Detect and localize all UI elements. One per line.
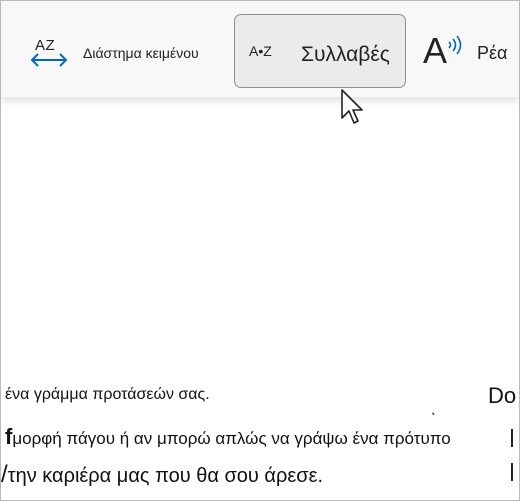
- mouse-pointer-icon: [341, 89, 363, 124]
- sound-waves-icon: [448, 35, 462, 55]
- document-line-1: ένα γράμμα προτάσεών σας.: [5, 386, 210, 403]
- read-aloud-button[interactable]: A Ρέα: [421, 31, 507, 75]
- double-arrow-icon: [30, 53, 68, 67]
- syllables-button[interactable]: A•Z Συλλαβές: [234, 14, 406, 88]
- document-line-3: /την καριέρα μας που θα σου άρεσε.: [1, 461, 323, 489]
- document-line-2-text: μορφή πάγου ή αν μπορώ απλώς να γράψω έν…: [12, 429, 451, 448]
- text-spacing-icon: AZ: [27, 33, 71, 73]
- syllables-label: Συλλαβές: [301, 43, 390, 66]
- document-line-3-text: την καριέρα μας που θα σου άρεσε.: [7, 465, 324, 487]
- text-spacing-button[interactable]: AZ Διάστημα κειμένου: [27, 31, 199, 75]
- right-column-glyph-2: [511, 463, 513, 481]
- document-line-3-fragment: /: [1, 461, 8, 488]
- text-spacing-label: Διάστημα κειμένου: [83, 45, 199, 61]
- syllables-icon: A•Z: [249, 43, 272, 59]
- toolbar: AZ Διάστημα κειμένου A•Z Συλλαβές A Ρέα: [1, 1, 519, 98]
- right-column-text: Do: [488, 383, 517, 408]
- read-aloud-icon-letter: A: [423, 30, 448, 71]
- document-line-2: fμορφή πάγου ή αν μπορώ απλώς να γράψω έ…: [5, 424, 451, 450]
- read-aloud-label: Ρέα: [477, 42, 508, 63]
- text-spacing-icon-letters: AZ: [35, 37, 56, 54]
- immersive-reader-window: AZ Διάστημα κειμένου A•Z Συλλαβές A Ρέα …: [0, 0, 520, 501]
- read-aloud-icon: A: [421, 31, 465, 75]
- stray-mark: ˎ: [431, 399, 437, 416]
- right-column-glyph-1: [511, 429, 513, 447]
